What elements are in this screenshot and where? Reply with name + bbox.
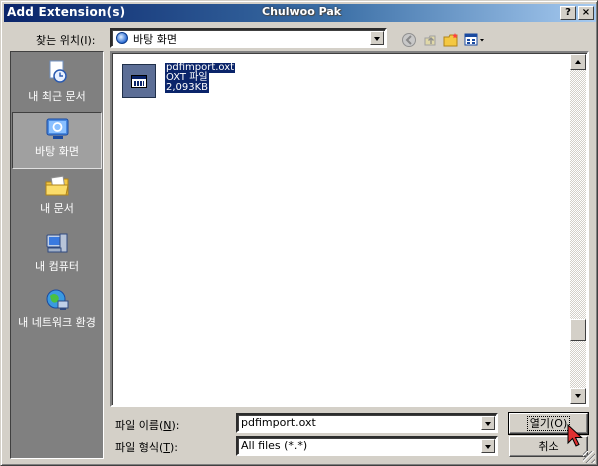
filename-input[interactable]: pdfimport.oxt (236, 413, 498, 433)
scroll-up-button[interactable] (570, 54, 586, 70)
place-label: 내 문서 (40, 202, 74, 215)
place-desktop[interactable]: 바탕 화면 (12, 112, 102, 169)
filename-label: 파일 이름(N): (115, 419, 180, 432)
scroll-thumb[interactable] (570, 319, 586, 341)
place-network[interactable]: 내 네트워크 환경 (12, 286, 102, 348)
add-extension-dialog: Add Extension(s) Chulwoo Pak ? × 찾는 위치(I… (0, 0, 598, 466)
filename-value: pdfimport.oxt (241, 416, 316, 429)
views-menu-icon[interactable] (464, 32, 486, 48)
oxt-file-icon (122, 64, 156, 98)
lookin-label: 찾는 위치(I): (36, 34, 96, 47)
back-icon[interactable] (401, 32, 417, 48)
place-my-computer[interactable]: 내 컴퓨터 (12, 230, 102, 284)
places-bar: 내 최근 문서 바탕 화면 내 문서 내 컴퓨터 내 네트워크 환경 (10, 51, 104, 459)
desktop-small-icon (116, 32, 128, 44)
my-computer-icon (46, 233, 68, 253)
place-label: 내 컴퓨터 (35, 260, 79, 273)
up-folder-icon[interactable] (422, 32, 438, 48)
place-recent-documents[interactable]: 내 최근 문서 (12, 58, 102, 112)
vertical-scrollbar[interactable] (570, 54, 586, 404)
file-item-pdfimport[interactable]: pdfimport.oxt OXT 파일 2,093KB (122, 61, 252, 107)
scroll-down-button[interactable] (570, 388, 586, 404)
title-overlay-text: Chulwoo Pak (262, 5, 342, 18)
filename-dropdown-button[interactable] (481, 416, 495, 430)
place-label: 바탕 화면 (35, 145, 79, 158)
file-size: 2,093KB (165, 82, 210, 93)
lookin-dropdown-button[interactable] (370, 31, 384, 45)
file-list[interactable]: pdfimport.oxt OXT 파일 2,093KB (110, 51, 589, 407)
title-bar[interactable]: Add Extension(s) Chulwoo Pak ? × (4, 4, 596, 22)
recent-documents-icon (49, 60, 67, 83)
desktop-icon (46, 118, 69, 139)
window-title: Add Extension(s) (7, 5, 126, 19)
filetype-select[interactable]: All files (*.*) (236, 436, 498, 456)
filetype-label: 파일 형식(T): (115, 441, 179, 454)
close-button[interactable]: × (578, 6, 594, 20)
filetype-dropdown-button[interactable] (481, 439, 495, 453)
my-documents-icon (45, 175, 69, 196)
resize-grip[interactable] (583, 451, 595, 463)
place-label: 내 네트워크 환경 (18, 316, 96, 329)
new-folder-icon[interactable] (443, 32, 459, 48)
place-label: 내 최근 문서 (28, 90, 86, 103)
place-my-documents[interactable]: 내 문서 (12, 172, 102, 226)
network-icon (46, 289, 69, 310)
lookin-combo[interactable]: 바탕 화면 (110, 28, 387, 48)
mouse-cursor-icon (567, 424, 583, 447)
filetype-value: All files (*.*) (241, 439, 308, 452)
help-button[interactable]: ? (560, 6, 576, 20)
lookin-value: 바탕 화면 (133, 33, 177, 46)
